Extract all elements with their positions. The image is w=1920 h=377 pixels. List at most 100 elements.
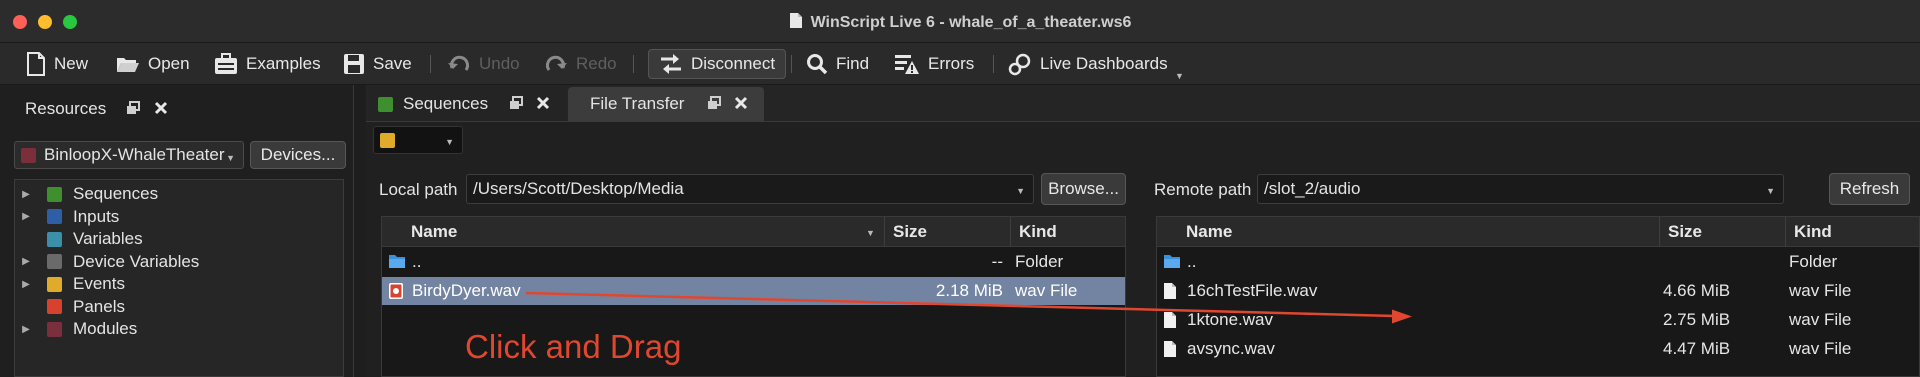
file-size: 4.47 MiB — [1663, 339, 1731, 358]
local-table-header: Name ▼ Size Kind — [382, 217, 1125, 247]
file-name: BirdyDyer.wav — [412, 281, 521, 300]
new-button[interactable]: New — [26, 49, 88, 79]
column-header-size[interactable]: Size — [1660, 217, 1786, 247]
color-swatch — [47, 254, 62, 269]
document-tabs: Sequences File Transfer — [366, 85, 1920, 121]
browse-button[interactable]: Browse... — [1041, 173, 1126, 205]
remote-table-header: Name Size Kind — [1157, 217, 1919, 247]
new-label: New — [54, 54, 89, 73]
live-dashboards-button[interactable]: Live Dashboards — [1008, 49, 1168, 79]
file-size: -- — [991, 252, 1003, 271]
color-swatch — [47, 186, 62, 202]
tree-item-device-variables[interactable]: ▶ Device Variables — [15, 251, 199, 273]
color-swatch — [380, 133, 395, 148]
file-type-icon — [388, 282, 404, 305]
resources-title: Resources — [25, 99, 107, 118]
file-row[interactable]: avsync.wav 4.47 MiB wav File — [1157, 335, 1919, 363]
tree-item-modules[interactable]: ▶ Modules — [15, 318, 137, 340]
save-button[interactable]: Save — [343, 49, 412, 79]
file-row[interactable]: .. Folder — [1157, 248, 1919, 276]
file-icon — [1164, 341, 1176, 357]
undo-button[interactable]: Undo — [447, 49, 520, 79]
expand-arrow-icon[interactable]: ▶ — [15, 324, 37, 335]
examples-label: Examples — [246, 54, 321, 73]
file-kind: wav File — [1789, 281, 1852, 300]
errors-button[interactable]: Errors — [894, 49, 974, 79]
find-button[interactable]: Find — [806, 49, 869, 79]
chevron-down-icon[interactable]: ▼ — [1175, 71, 1184, 81]
errors-label: Errors — [928, 54, 975, 73]
refresh-button[interactable]: Refresh — [1829, 173, 1910, 205]
close-icon[interactable] — [536, 96, 550, 115]
file-row[interactable]: BirdyDyer.wav 2.18 MiB wav File — [382, 277, 1125, 305]
file-size: 4.66 MiB — [1663, 281, 1731, 300]
briefcase-icon — [215, 53, 237, 74]
open-button[interactable]: Open — [116, 49, 190, 79]
column-header-name[interactable]: Name — [382, 217, 885, 247]
save-icon — [344, 54, 364, 74]
file-name: 16chTestFile.wav — [1187, 281, 1318, 300]
folder-icon — [1164, 255, 1180, 268]
color-swatch — [47, 276, 62, 292]
file-row[interactable]: .. -- Folder — [382, 248, 1125, 276]
column-header-kind[interactable]: Kind — [1011, 217, 1127, 247]
file-type-icon — [1163, 311, 1177, 334]
float-tab-icon[interactable] — [707, 96, 721, 115]
column-header-size[interactable]: Size — [885, 217, 1011, 247]
audio-file-icon — [389, 283, 403, 299]
file-kind: Folder — [1015, 252, 1064, 271]
file-type-icon — [388, 253, 406, 274]
remote-path-field[interactable]: /slot_2/audio ▼ — [1257, 174, 1784, 204]
new-document-icon — [27, 52, 45, 76]
title-bar: WinScript Live 6 - whale_of_a_theater.ws… — [0, 0, 1920, 43]
tree-item-sequences[interactable]: ▶ Sequences — [15, 183, 158, 205]
dashboard-icon — [1008, 53, 1031, 76]
folder-open-icon — [117, 58, 139, 72]
expand-arrow-icon[interactable]: ▶ — [15, 211, 37, 222]
float-tab-icon[interactable] — [509, 96, 523, 115]
tree-item-variables[interactable]: Variables — [15, 228, 143, 250]
toolbar: New Open Examples Save Undo Redo Disconn… — [0, 43, 1920, 85]
document-icon — [789, 12, 803, 34]
tree-item-events[interactable]: ▶ Events — [15, 273, 125, 295]
disconnect-icon — [661, 54, 681, 74]
devices-button[interactable]: Devices... — [250, 141, 346, 169]
toolbar-separator — [633, 55, 634, 73]
file-row[interactable]: 16chTestFile.wav 4.66 MiB wav File — [1157, 277, 1919, 305]
expand-arrow-icon[interactable]: ▶ — [15, 189, 37, 200]
chevron-down-icon: ▼ — [1766, 186, 1775, 196]
expand-arrow-icon[interactable]: ▶ — [15, 279, 37, 290]
file-row[interactable]: 1ktone.wav 2.75 MiB wav File — [1157, 306, 1919, 334]
redo-label: Redo — [576, 54, 617, 73]
float-panel-icon[interactable] — [126, 101, 140, 120]
toolbar-separator — [993, 55, 994, 73]
expand-arrow-icon[interactable]: ▶ — [15, 256, 37, 267]
device-color-swatch — [21, 147, 36, 163]
color-swatch — [47, 299, 62, 314]
tree-item-inputs[interactable]: ▶ Inputs — [15, 206, 119, 228]
close-icon[interactable] — [154, 101, 168, 120]
undo-label: Undo — [479, 54, 520, 73]
window-title: WinScript Live 6 - whale_of_a_theater.ws… — [0, 12, 1920, 34]
file-name: .. — [1187, 252, 1197, 271]
tree-item-label: Inputs — [73, 206, 120, 226]
color-select[interactable]: ▼ — [373, 126, 463, 154]
file-icon — [1164, 312, 1176, 328]
sort-chevron-icon: ▼ — [866, 228, 875, 238]
examples-button[interactable]: Examples — [214, 49, 321, 79]
window-title-text: WinScript Live 6 - whale_of_a_theater.ws… — [810, 14, 1132, 31]
file-kind: wav File — [1789, 339, 1852, 358]
search-icon — [807, 54, 828, 75]
tree-item-panels[interactable]: Panels — [15, 296, 125, 318]
device-select[interactable]: BinloopX-WhaleTheater ▼ — [14, 141, 244, 169]
local-path-field[interactable]: /Users/Scott/Desktop/Media ▼ — [466, 174, 1034, 204]
close-icon[interactable] — [734, 96, 748, 115]
redo-button[interactable]: Redo — [544, 49, 617, 79]
column-header-kind[interactable]: Kind — [1786, 217, 1920, 247]
file-kind: wav File — [1789, 310, 1852, 329]
tree-item-label: Variables — [73, 229, 143, 248]
chevron-down-icon: ▼ — [1016, 186, 1025, 196]
column-header-name[interactable]: Name — [1157, 217, 1660, 247]
disconnect-button[interactable]: Disconnect — [648, 49, 787, 79]
chevron-down-icon: ▼ — [226, 153, 235, 163]
